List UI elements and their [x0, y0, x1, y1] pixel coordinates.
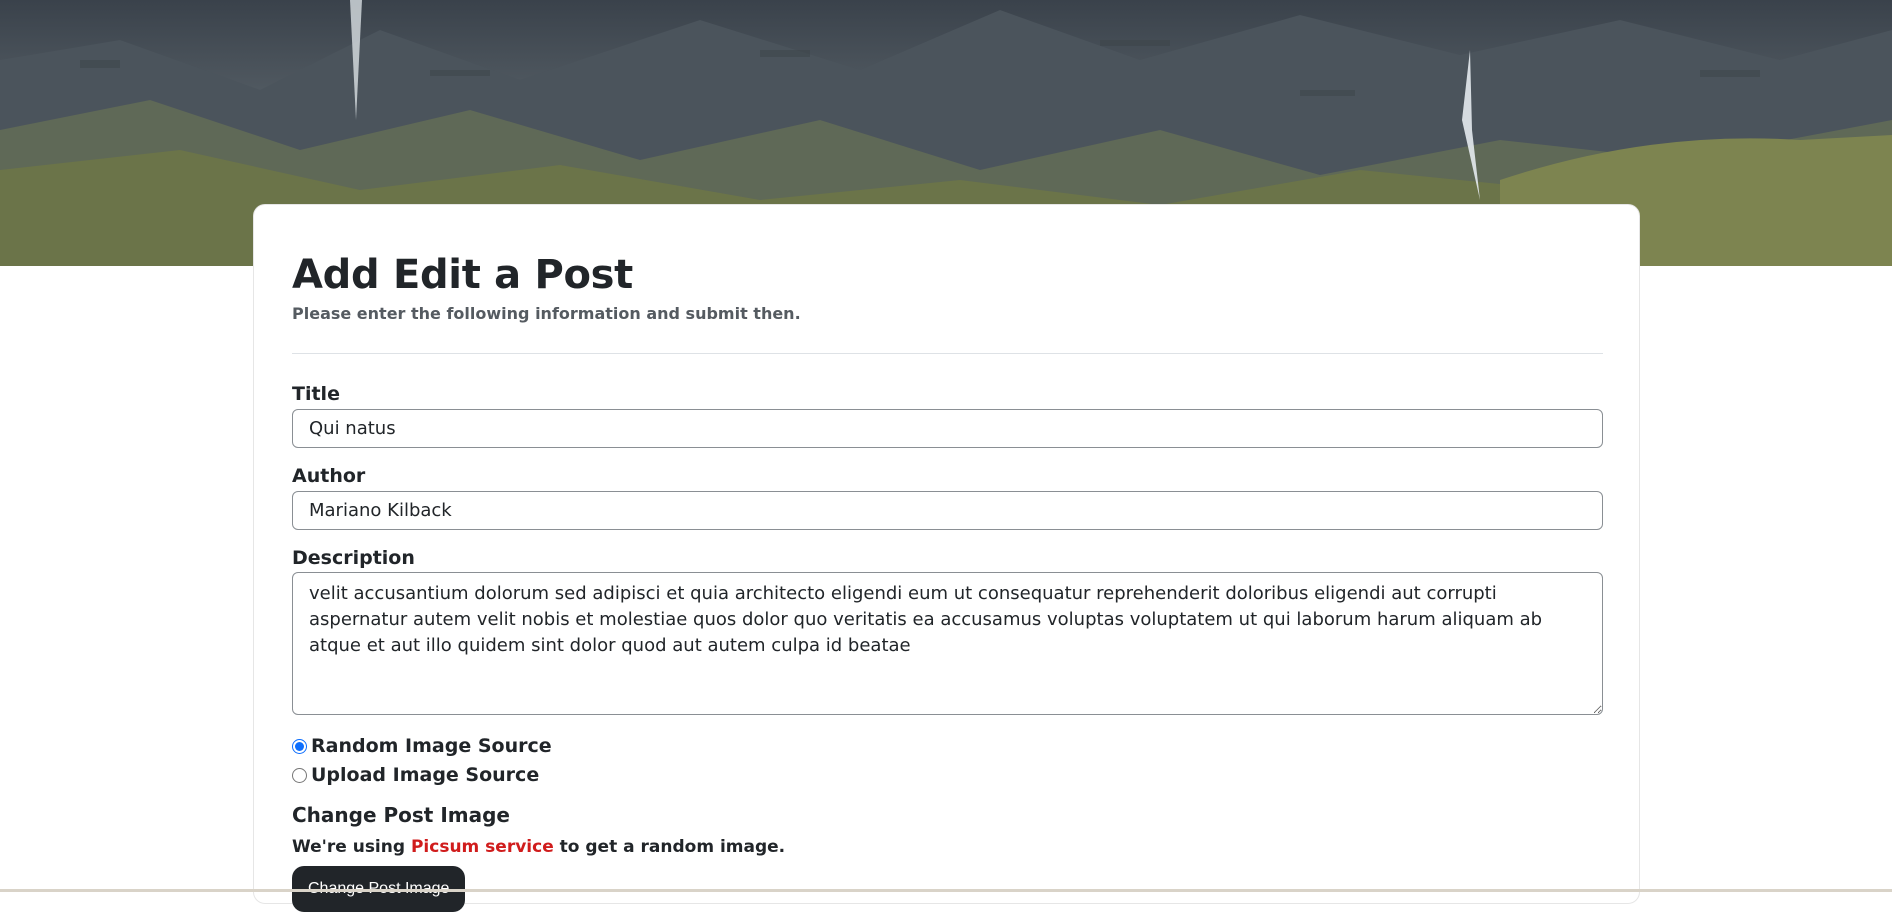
author-input[interactable] [292, 491, 1603, 530]
radio-upload-label: Upload Image Source [311, 764, 540, 786]
note-suffix: to get a random image. [559, 837, 786, 857]
radio-upload-image-source[interactable]: Upload Image Source [292, 764, 539, 786]
author-label: Author [292, 465, 366, 487]
post-form-card: Add Edit a Post Please enter the followi… [253, 204, 1640, 912]
description-textarea[interactable]: velit accusantium dolorum sed adipisci e… [292, 572, 1603, 715]
radio-random-image-source[interactable]: Random Image Source [292, 735, 552, 757]
radio-upload-input[interactable] [292, 767, 307, 783]
title-input[interactable] [292, 409, 1603, 448]
picsum-service-link[interactable]: Picsum service [411, 837, 554, 857]
divider [292, 353, 1603, 354]
radio-random-label: Random Image Source [311, 735, 552, 757]
note-prefix: We're using [292, 837, 406, 857]
picsum-note: We're using Picsum service to get a rand… [292, 837, 785, 857]
change-image-heading: Change Post Image [292, 803, 510, 827]
radio-random-input[interactable] [292, 738, 307, 754]
description-label: Description [292, 547, 415, 569]
title-label: Title [292, 383, 340, 405]
page-title: Add Edit a Post [292, 252, 634, 298]
page-subtitle: Please enter the following information a… [292, 304, 801, 323]
